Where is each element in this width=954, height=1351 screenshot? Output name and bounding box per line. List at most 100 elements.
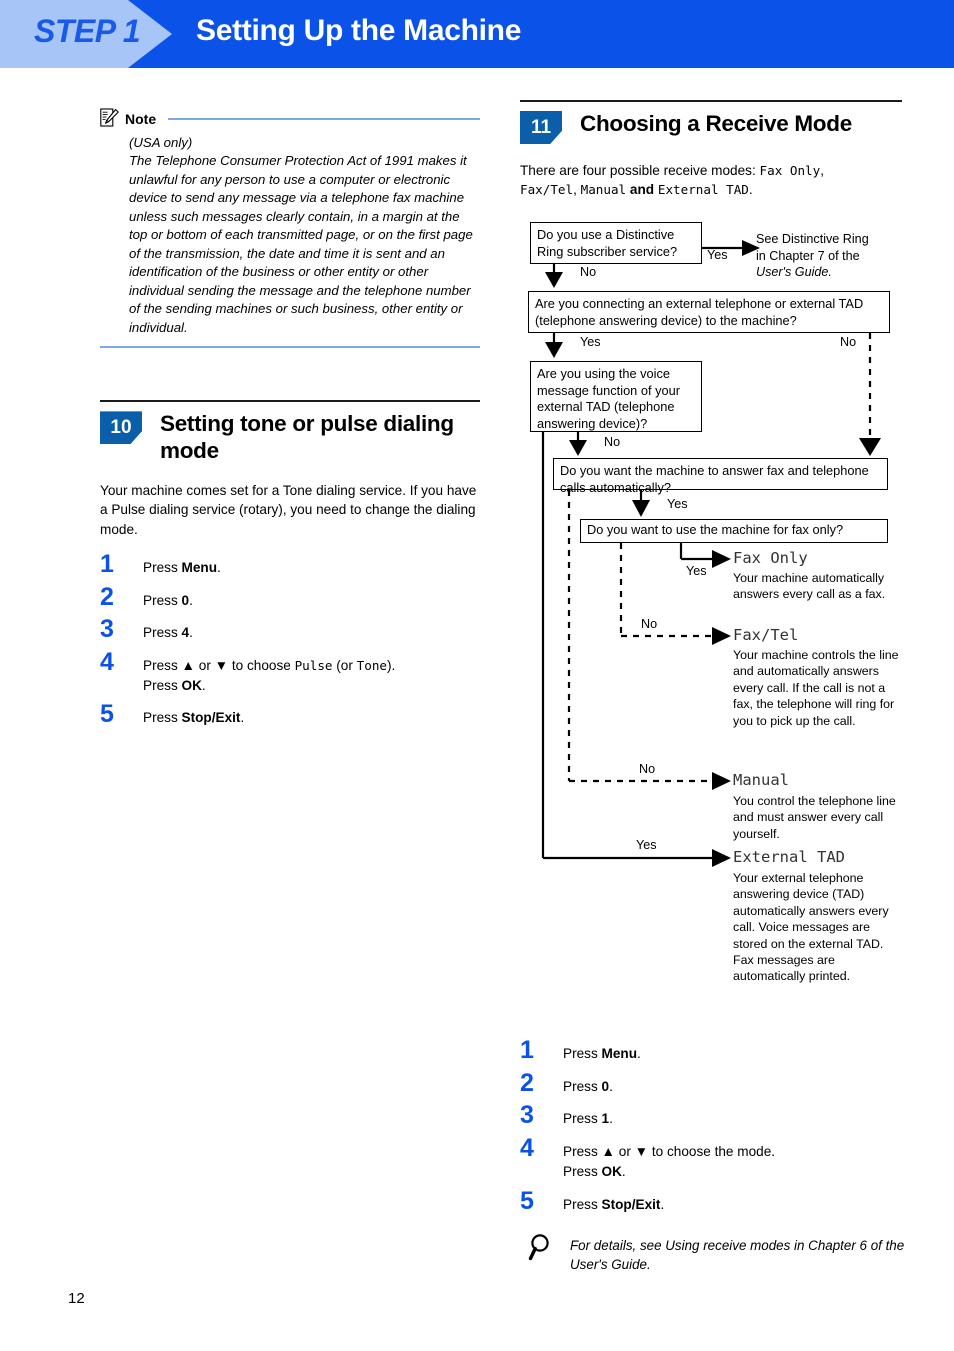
edge-label-q4-no: No: [639, 762, 656, 776]
step-text-post: ).: [387, 657, 396, 673]
step-text-post: .: [217, 559, 221, 575]
step-number: 1: [520, 1036, 534, 1064]
intro-period: .: [748, 182, 753, 198]
edge-label-q5-yes: Yes: [686, 564, 707, 578]
step-text: Press Stop/Exit.: [143, 703, 244, 728]
step-text-key: 1: [601, 1111, 610, 1127]
step-text-pre: Press: [563, 1078, 602, 1094]
note-divider: [168, 117, 480, 120]
lcd-value-tone: Tone: [356, 657, 388, 673]
step-text-line1: Press ▲ or ▼ to choose the mode.: [563, 1144, 776, 1160]
section-10-badge: 10: [100, 411, 142, 445]
outcome-mode-external-tad: External TAD: [733, 848, 845, 866]
step-number: 4: [520, 1134, 534, 1163]
page-number: 12: [68, 1290, 85, 1307]
edge-label-q1-yes: Yes: [707, 248, 728, 262]
step-number: 5: [520, 1186, 534, 1215]
outcome-desc-fax-only: Your machine automatically answers every…: [733, 571, 886, 602]
mode-fax-only-inline: Fax Only: [759, 163, 821, 178]
step-text-post: .: [637, 1046, 641, 1061]
edge-label-q1-no: No: [580, 265, 597, 279]
step-text-key2: OK: [601, 1163, 622, 1179]
step-item: 4 Press ▲ or ▼ to choose Pulse (or Tone)…: [100, 650, 480, 695]
side-note-line3: User's Guide.: [756, 265, 832, 280]
side-note-line1: See Distinctive Ring: [756, 232, 869, 246]
flowchart-box-distinctive-ring: Do you use a Distinctive Ring subscriber…: [530, 222, 702, 264]
step-text-post: .: [189, 592, 193, 608]
outcome-desc-manual: You control the telephone line and must …: [733, 794, 896, 841]
mode-fax-tel-inline: Fax/Tel: [520, 182, 574, 198]
note-text: The Telephone Consumer Protection Act of…: [129, 153, 473, 335]
flowchart-box-voice-message: Are you using the voice message function…: [530, 361, 702, 432]
step-text-pre: Press: [563, 1196, 602, 1212]
step-item: 2 Press 0.: [520, 1068, 910, 1097]
edge-label-q5-no: No: [641, 617, 658, 631]
step-text: Press Menu.: [143, 553, 221, 578]
step-text-key: Menu: [601, 1046, 638, 1061]
step-text-pre: Press ▲ or ▼ to choose: [143, 657, 295, 673]
step-number: 5: [100, 700, 114, 729]
step-text: Press 0.: [143, 586, 193, 611]
edge-label-q3-no: No: [604, 435, 621, 449]
edge-label-q3-yes: Yes: [636, 838, 657, 852]
section-10-title: Setting tone or pulse dialing mode: [160, 411, 454, 463]
step-text-post: .: [189, 625, 193, 641]
note-bottom-divider: [100, 346, 480, 349]
intro-comma1: ,: [820, 163, 824, 178]
edge-label-q2-no: No: [840, 335, 857, 349]
step-text-pre: Press: [143, 559, 182, 575]
outcome-mode-manual: Manual: [733, 771, 789, 789]
outcome-desc-fax-tel: Your machine controls the line and autom…: [733, 648, 899, 728]
step-text: Press Stop/Exit.: [563, 1190, 664, 1215]
right-column: 11 Choosing a Receive Mode There are fou…: [520, 100, 902, 200]
step-text: Press 4.: [143, 618, 193, 643]
intro-comma2: ,: [573, 182, 581, 198]
outcome-mode-fax-tel: Fax/Tel: [733, 626, 799, 644]
step-text-pre: Press: [143, 625, 182, 641]
step-text-pre: Press: [563, 1111, 602, 1127]
step-text: Press ▲ or ▼ to choose the mode. Press O…: [563, 1137, 775, 1181]
step-item: 2 Press 0.: [100, 582, 480, 611]
step-text: Press 1.: [563, 1104, 613, 1129]
section-11-intro: There are four possible receive modes: F…: [520, 161, 902, 200]
section-11-steps: 1 Press Menu. 2 Press 0. 3 Press 1. 4 Pr…: [520, 1036, 910, 1222]
section-11: 11 Choosing a Receive Mode There are fou…: [520, 100, 902, 200]
step-number: 1: [100, 549, 114, 578]
section-10-intro: Your machine comes set for a Tone dialin…: [100, 482, 477, 537]
side-note-line2: in Chapter 7 of the: [756, 248, 860, 263]
magnifier-icon: [528, 1232, 556, 1262]
step-text-key: 4: [181, 625, 190, 641]
note-body: (USA only) The Telephone Consumer Protec…: [129, 134, 477, 337]
step-text-post: .: [609, 1111, 613, 1127]
step-item: 1 Press Menu.: [520, 1036, 910, 1064]
step-number: 3: [100, 615, 114, 644]
step-text-pre: Press: [143, 710, 182, 726]
step-text-post: .: [609, 1078, 613, 1094]
section-10-header: 10 Setting tone or pulse dialing mode: [100, 411, 480, 464]
step-text-pre2: Press: [143, 677, 182, 693]
section-10: 10 Setting tone or pulse dialing mode Yo…: [100, 400, 480, 728]
tip-text: For details, see Using receive modes in …: [570, 1238, 905, 1273]
step-number: 2: [100, 582, 114, 611]
flowchart-box-fax-only-question: Do you want to use the machine for fax o…: [580, 519, 888, 543]
lcd-value-pulse: Pulse: [294, 657, 333, 673]
step-text-key: Menu: [181, 559, 218, 575]
section-11-rule: [520, 100, 902, 102]
mode-manual-inline: Manual: [580, 182, 627, 198]
edge-label-q2-yes: Yes: [580, 335, 601, 349]
step-number: 3: [520, 1101, 534, 1130]
flowchart-box-auto-answer: Do you want the machine to answer fax an…: [553, 458, 888, 495]
step-text-pre: Press: [563, 1046, 602, 1061]
step-text-key: 0: [181, 592, 190, 608]
left-column: Note (USA only) The Telephone Consumer P…: [100, 108, 480, 736]
step-item: 5 Press Stop/Exit.: [100, 700, 480, 729]
step-item: 3 Press 1.: [520, 1101, 910, 1130]
step-item: 3 Press 4.: [100, 615, 480, 644]
note-subtitle: (USA only): [129, 135, 193, 150]
intro-text: There are four possible receive modes:: [520, 163, 760, 178]
step-text-mid: (or: [332, 657, 357, 673]
step-number: 2: [520, 1068, 534, 1097]
note-pencil-icon: [100, 108, 119, 129]
mode-external-tad-inline: External TAD: [657, 182, 749, 198]
step-item: 1 Press Menu.: [100, 549, 480, 578]
